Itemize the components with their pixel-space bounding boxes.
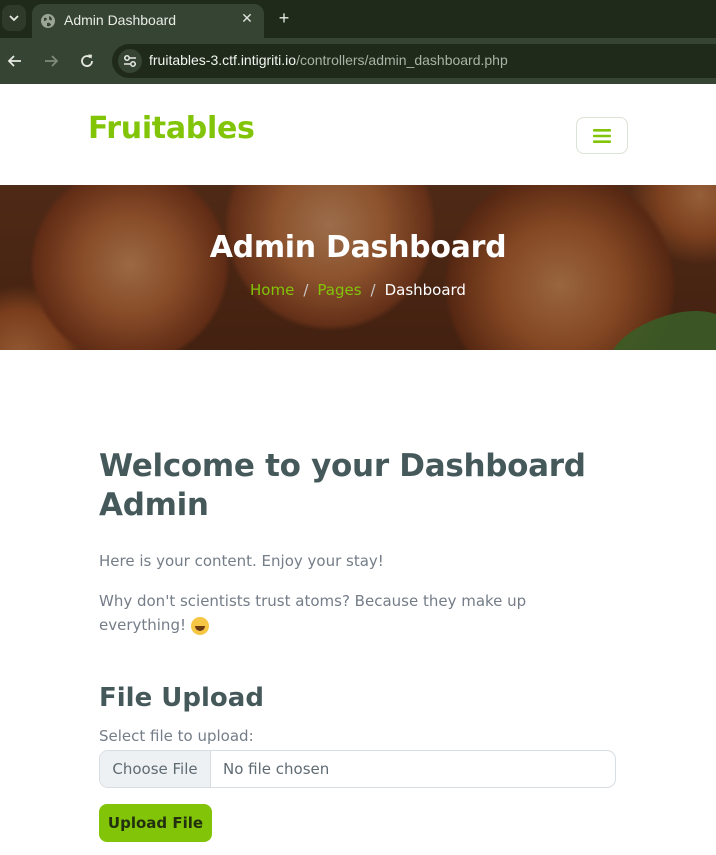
choose-file-button[interactable]: Choose File bbox=[100, 751, 211, 787]
close-icon[interactable]: ✕ bbox=[238, 10, 256, 28]
browser-toolbar: fruitables-3.ctf.intigriti.io/controller… bbox=[0, 38, 716, 84]
tab-search-button[interactable] bbox=[2, 5, 26, 31]
arrow-left-icon bbox=[7, 55, 21, 67]
tune-icon bbox=[124, 55, 136, 67]
page-title: Admin Dashboard bbox=[209, 230, 507, 265]
new-tab-button[interactable]: + bbox=[274, 8, 294, 28]
reload-button[interactable] bbox=[76, 50, 98, 72]
breadcrumb: Home / Pages / Dashboard bbox=[0, 281, 716, 299]
joke-text: Why don't scientists trust atoms? Becaus… bbox=[99, 589, 614, 637]
file-upload-heading: File Upload bbox=[99, 683, 264, 713]
file-input[interactable]: Choose File No file chosen bbox=[99, 750, 616, 788]
site-navbar: Fruitables bbox=[0, 84, 716, 185]
chevron-down-icon bbox=[9, 15, 19, 22]
url-text: fruitables-3.ctf.intigriti.io/controller… bbox=[149, 52, 508, 68]
joke-text-content: Why don't scientists trust atoms? Becaus… bbox=[99, 592, 527, 634]
file-status-text: No file chosen bbox=[223, 760, 330, 778]
breadcrumb-pages-link[interactable]: Pages bbox=[317, 281, 361, 299]
hamburger-menu-icon bbox=[593, 128, 611, 143]
active-tab[interactable]: Admin Dashboard ✕ bbox=[32, 4, 264, 38]
page-header-banner: Admin Dashboard Home / Pages / Dashboard bbox=[0, 185, 716, 350]
laughing-face-emoji-icon bbox=[190, 616, 209, 635]
dashboard-content: Welcome to your Dashboard Admin Here is … bbox=[99, 447, 619, 842]
brand-logo[interactable]: Fruitables bbox=[88, 111, 255, 146]
back-button[interactable] bbox=[4, 50, 26, 72]
upload-file-button[interactable]: Upload File bbox=[99, 804, 212, 842]
address-bar[interactable]: fruitables-3.ctf.intigriti.io/controller… bbox=[112, 44, 716, 78]
welcome-heading: Welcome to your Dashboard Admin bbox=[99, 448, 586, 523]
browser-tab-strip: Admin Dashboard ✕ + bbox=[0, 0, 716, 38]
breadcrumb-current: Dashboard bbox=[384, 281, 466, 299]
url-host: fruitables-3.ctf.intigriti.io bbox=[149, 52, 297, 68]
arrow-right-icon bbox=[45, 55, 59, 67]
breadcrumb-separator: / bbox=[303, 281, 309, 299]
forward-button[interactable] bbox=[40, 50, 62, 72]
site-info-button[interactable] bbox=[118, 49, 142, 73]
globe-icon bbox=[41, 14, 55, 28]
reload-icon bbox=[81, 54, 93, 67]
navbar-toggle-button[interactable] bbox=[576, 117, 628, 154]
breadcrumb-separator: / bbox=[370, 281, 376, 299]
tab-title: Admin Dashboard bbox=[64, 12, 177, 28]
breadcrumb-home-link[interactable]: Home bbox=[250, 281, 294, 299]
intro-text: Here is your content. Enjoy your stay! bbox=[99, 552, 384, 570]
url-path: /controllers/admin_dashboard.php bbox=[296, 52, 508, 68]
file-upload-label: Select file to upload: bbox=[99, 727, 254, 745]
banner-overlay bbox=[0, 185, 716, 350]
